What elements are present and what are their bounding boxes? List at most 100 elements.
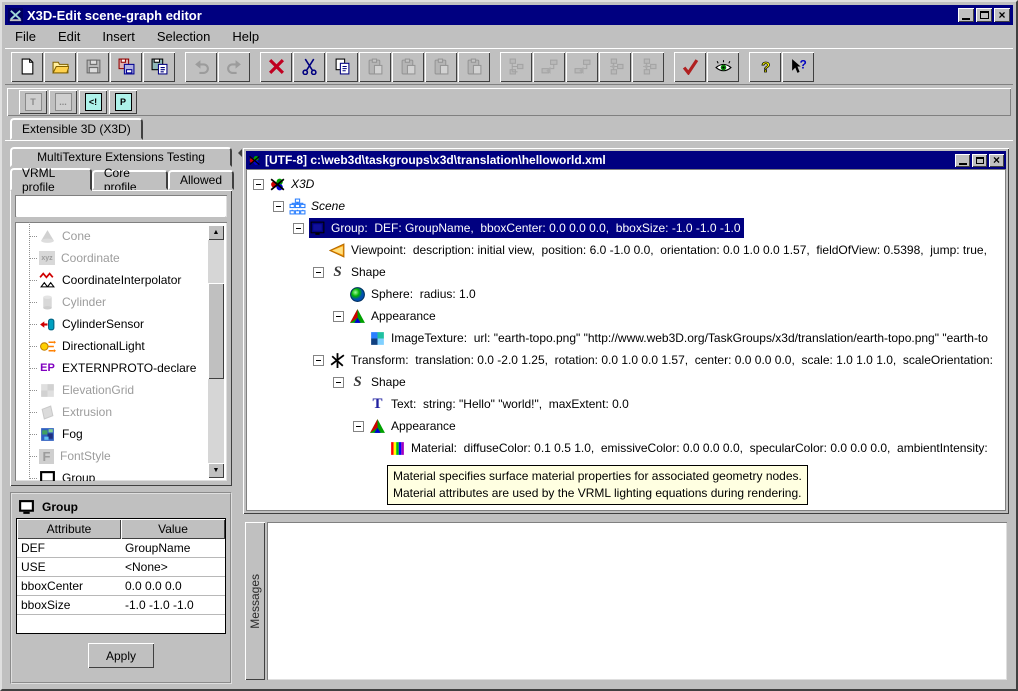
directional-light-icon	[39, 338, 56, 355]
list-item-directionallight[interactable]: DirectionalLight	[15, 335, 227, 357]
node-label: Group	[62, 471, 95, 481]
selected-node[interactable]: Group: DEF: GroupName, bboxCenter: 0.0 0…	[309, 218, 744, 238]
tree-row-group[interactable]: Group: DEF: GroupName, bboxCenter: 0.0 0…	[247, 217, 1005, 239]
messages-tab[interactable]: Messages	[245, 522, 265, 680]
list-item-fog[interactable]: Fog	[15, 423, 227, 445]
attribute-value[interactable]: <None>	[121, 558, 225, 576]
appearance-icon	[369, 418, 386, 435]
tab-multitexture-extensions[interactable]: MultiTexture Extensions Testing	[10, 147, 232, 167]
list-item-coordinateinterpolator[interactable]: CoordinateInterpolator	[15, 269, 227, 291]
frame-minimize-button[interactable]	[955, 154, 970, 167]
list-item-group[interactable]: Group	[15, 467, 227, 481]
expander-icon[interactable]	[313, 267, 324, 278]
main-toolbar	[5, 48, 1013, 85]
tree-row-transform[interactable]: Transform: translation: 0.0 -2.0 1.25, r…	[247, 349, 1005, 371]
copy-button[interactable]	[326, 52, 358, 82]
tree-row-material[interactable]: Material: diffuseColor: 0.1 0.5 1.0, emi…	[247, 437, 1005, 459]
list-item-cylinder: Cylinder	[15, 291, 227, 313]
node-arrow-icon	[541, 58, 558, 75]
open-button[interactable]	[44, 52, 76, 82]
list-item-cylindersensor[interactable]: CylinderSensor	[15, 313, 227, 335]
expander-icon[interactable]	[333, 377, 344, 388]
frame-restore-button[interactable]	[972, 154, 987, 167]
processing-instruction-icon: P	[115, 93, 132, 111]
tree-row-scene[interactable]: Scene	[247, 195, 1005, 217]
list-item-extrusion: Extrusion	[15, 401, 227, 423]
menu-edit[interactable]: Edit	[58, 29, 80, 44]
document-title: [UTF-8] c:\web3d\taskgroups\x3d\translat…	[265, 153, 951, 167]
tree-node-label: Shape	[351, 265, 386, 279]
scroll-up-button[interactable]: ▲	[208, 225, 224, 240]
toolbar-separator	[665, 52, 673, 82]
tree-row-viewpoint[interactable]: Viewpoint: description: initial view, po…	[247, 239, 1005, 261]
tree-node-label: Viewpoint: description: initial view, po…	[351, 243, 987, 257]
tree-row-appearance2[interactable]: Appearance	[247, 415, 1005, 437]
attribute-value[interactable]: GroupName	[121, 539, 225, 557]
coordinate-interpolator-icon	[39, 272, 56, 289]
comment-button[interactable]: <!	[79, 90, 107, 114]
list-scrollbar[interactable]: ▲ ▼	[208, 225, 224, 478]
attribute-value[interactable]: 0.0 0.0 0.0	[121, 577, 225, 595]
node-label: Coordinate	[61, 251, 120, 265]
new-button[interactable]	[11, 52, 43, 82]
apply-button[interactable]: Apply	[88, 643, 154, 668]
redo-button	[218, 52, 250, 82]
tree-row-text[interactable]: TText: string: "Hello" "world!", maxExte…	[247, 393, 1005, 415]
list-item-externproto-declare[interactable]: EPEXTERNPROTO-declare	[15, 357, 227, 379]
app-logo-icon	[8, 8, 23, 23]
column-header-attribute[interactable]: Attribute	[17, 519, 121, 539]
validate-button[interactable]	[674, 52, 706, 82]
maximize-button[interactable]	[976, 8, 992, 22]
context-help-button[interactable]	[782, 52, 814, 82]
paste-swap-button	[392, 52, 424, 82]
node-up-button	[533, 52, 565, 82]
minimize-button[interactable]	[958, 8, 974, 22]
scrollbar-thumb[interactable]	[208, 283, 224, 379]
tree-row-shape2[interactable]: SShape	[247, 371, 1005, 393]
processing-instruction-button[interactable]: P	[109, 90, 137, 114]
expander-icon[interactable]	[253, 179, 264, 190]
expander-icon[interactable]	[273, 201, 284, 212]
save-copy-button[interactable]	[143, 52, 175, 82]
tree-row-appearance[interactable]: Appearance	[247, 305, 1005, 327]
tab-vrml-profile[interactable]: VRML profile	[10, 168, 92, 191]
save-all-button[interactable]	[110, 52, 142, 82]
tree-row-sphere[interactable]: Sphere: radius: 1.0	[247, 283, 1005, 305]
list-item-coordinate: xyzCoordinate	[15, 247, 227, 269]
elevation-grid-icon	[39, 382, 56, 399]
preview-button[interactable]	[707, 52, 739, 82]
frame-close-button[interactable]: ×	[989, 154, 1004, 167]
tab-extensible-3d[interactable]: Extensible 3D (X3D)	[10, 118, 143, 140]
expander-icon[interactable]	[293, 223, 304, 234]
scroll-down-button[interactable]: ▼	[208, 463, 224, 478]
node-label: FontStyle	[60, 449, 111, 463]
tab-allowed[interactable]: Allowed	[168, 170, 234, 190]
delete-button[interactable]	[260, 52, 292, 82]
menu-file[interactable]: File	[15, 29, 36, 44]
paste-swap-icon	[400, 58, 417, 75]
tab-core-profile[interactable]: Core profile	[92, 170, 168, 190]
column-header-value[interactable]: Value	[121, 519, 225, 539]
tree-row-x3d[interactable]: X3D	[247, 173, 1005, 195]
paste-special-button	[458, 52, 490, 82]
tree-row-shape[interactable]: SShape	[247, 261, 1005, 283]
close-icon: ×	[998, 10, 1005, 20]
node-filter-input[interactable]	[17, 197, 225, 217]
tree-row-imagetexture[interactable]: ImageTexture: url: "earth-topo.png" "htt…	[247, 327, 1005, 349]
cut-button[interactable]	[293, 52, 325, 82]
minimize-icon	[959, 163, 967, 165]
node-merge-button	[599, 52, 631, 82]
expander-icon[interactable]	[313, 355, 324, 366]
help-button[interactable]	[749, 52, 781, 82]
menu-selection[interactable]: Selection	[157, 29, 210, 44]
paste-button	[359, 52, 391, 82]
close-button[interactable]: ×	[994, 8, 1010, 22]
new-document-icon	[19, 58, 36, 75]
menu-insert[interactable]: Insert	[102, 29, 135, 44]
expander-icon[interactable]	[333, 311, 344, 322]
menu-bar: File Edit Insert Selection Help	[5, 26, 1013, 47]
expander-icon[interactable]	[353, 421, 364, 432]
attribute-value[interactable]: -1.0 -1.0 -1.0	[121, 596, 225, 614]
menu-help[interactable]: Help	[232, 29, 259, 44]
text-node-button: T	[19, 90, 47, 114]
